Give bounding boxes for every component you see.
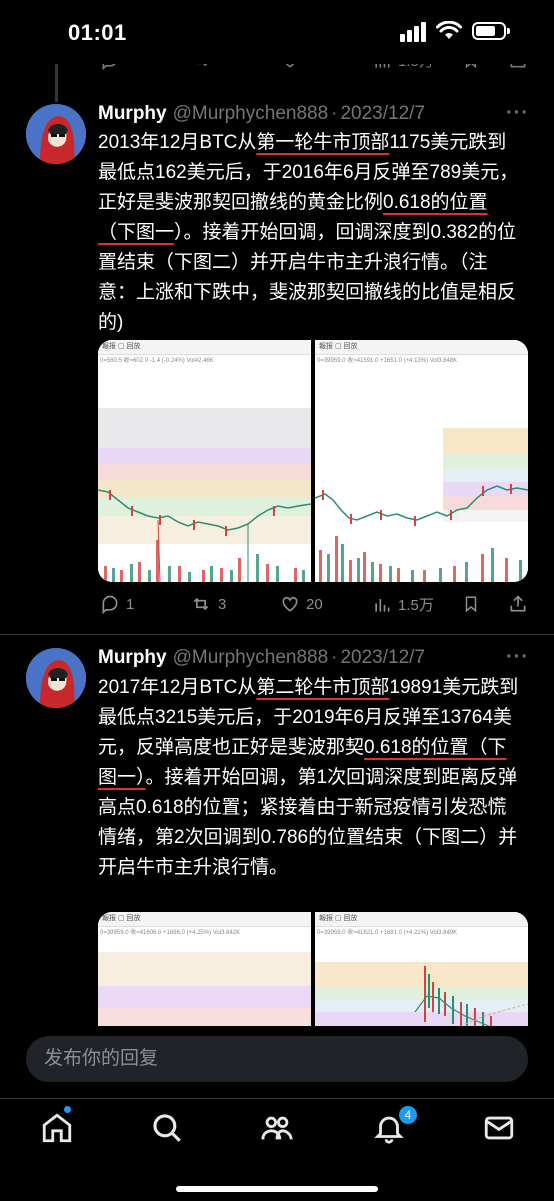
candlestick-chart (98, 489, 311, 582)
highlighted-text: 第一轮牛市顶部 (256, 132, 390, 153)
media-attachment[interactable]: 報报 ▢ 回放 0=560.5 收=602.0 -1.4 (-0.24%) Vo… (98, 340, 528, 582)
chart-toolbar: 報报 ▢ 回放 (98, 912, 311, 927)
tweet-divider (0, 634, 554, 635)
text-segment: 2013年12月BTC从 (98, 132, 257, 153)
status-bar: 01:01 (0, 0, 554, 64)
user-handle[interactable]: @Murphychen888 (173, 103, 329, 124)
text-segment: 2017年12月BTC从 (98, 677, 257, 698)
messages-icon[interactable] (482, 1111, 516, 1145)
views-icon (375, 598, 390, 612)
separator-dot: · (331, 647, 338, 668)
status-time: 01:01 (68, 20, 127, 45)
more-options-icon[interactable]: ··· (506, 102, 529, 125)
reply-count: 1 (126, 595, 135, 613)
communities-icon[interactable] (260, 1111, 294, 1145)
notifications-badge: 4 (397, 1104, 419, 1126)
chart-info-text: 0=39959.0 收=41606.0 +1696.0 (+4.25%) Vol… (100, 930, 241, 936)
wifi-icon (436, 21, 462, 39)
more-options-icon[interactable]: ··· (506, 646, 529, 669)
tweet-actions: 1 3 20 1.5万 (0, 594, 554, 618)
chart-image-right[interactable]: 報报 ▢ 回放 0=39959.0 收=41621.0 +1681.0 (+4.… (315, 912, 528, 1042)
reply-composer: 发布你的回复 (0, 1026, 554, 1098)
home-icon[interactable] (40, 1111, 74, 1145)
avatar[interactable] (26, 648, 86, 708)
candlestick-chart (315, 484, 528, 582)
views-count: 1.5万 (398, 597, 434, 614)
home-unread-dot (64, 1106, 71, 1113)
share-button[interactable] (508, 594, 528, 614)
share-icon (510, 595, 526, 612)
heart-icon (282, 596, 298, 612)
search-icon[interactable] (150, 1111, 184, 1145)
reply-input[interactable]: 发布你的回复 (26, 1036, 528, 1082)
cellular-signal-icon (400, 22, 426, 42)
battery-icon (472, 22, 510, 40)
display-name[interactable]: Murphy (98, 103, 167, 124)
display-name[interactable]: Murphy (98, 647, 167, 668)
tweet-date[interactable]: 2023/12/7 (340, 647, 425, 668)
retweet-count: 3 (218, 595, 227, 613)
views-button[interactable]: 1.5万 (372, 594, 434, 615)
media-attachment[interactable]: 報报 ▢ 回放 0=39959.0 收=41606.0 +1696.0 (+4.… (98, 912, 528, 1042)
like-button[interactable]: 20 (280, 594, 323, 614)
home-indicator (176, 1186, 378, 1192)
tweet-text: 2017年12月BTC从第二轮牛市顶部19891美元跌到最低点3215美元后，于… (98, 673, 523, 883)
chart-image-left[interactable]: 報报 ▢ 回放 0=39959.0 收=41606.0 +1696.0 (+4.… (98, 912, 311, 1042)
tweet-text: 2013年12月BTC从第一轮牛市顶部1175美元跌到最低点162美元后，于20… (98, 128, 523, 338)
reply-icon (102, 595, 118, 614)
chart-image-left[interactable]: 報报 ▢ 回放 0=560.5 收=602.0 -1.4 (-0.24%) Vo… (98, 340, 311, 582)
bookmark-button[interactable] (462, 594, 480, 614)
chart-image-right[interactable]: 報报 ▢ 回放 0=39959.0 收=41591.0 +1651.0 (+4.… (315, 340, 528, 582)
tweet-date[interactable]: 2023/12/7 (340, 103, 425, 124)
like-count: 20 (306, 595, 323, 613)
fib-band (98, 1008, 311, 1028)
reply-button[interactable]: 1 (100, 594, 134, 614)
text-segment: 。接着开始回调，第1次回调深度到距离反弹高点0.618的位置；紧接着由于新冠疫情… (98, 767, 518, 878)
user-handle[interactable]: @Murphychen888 (173, 647, 329, 668)
highlighted-text: 第二轮牛市顶部 (256, 677, 390, 698)
retweet-button[interactable]: 3 (190, 594, 226, 614)
separator-dot: · (331, 103, 338, 124)
retweet-icon (193, 597, 209, 611)
timeline: 1.5万 Murphy@Murphychen888·2023/12/7 ··· … (0, 0, 554, 1200)
bookmark-icon (465, 596, 477, 613)
fib-band (98, 952, 311, 986)
candlestick-chart (414, 966, 528, 1042)
fib-band (98, 986, 311, 1008)
avatar[interactable] (26, 104, 86, 164)
